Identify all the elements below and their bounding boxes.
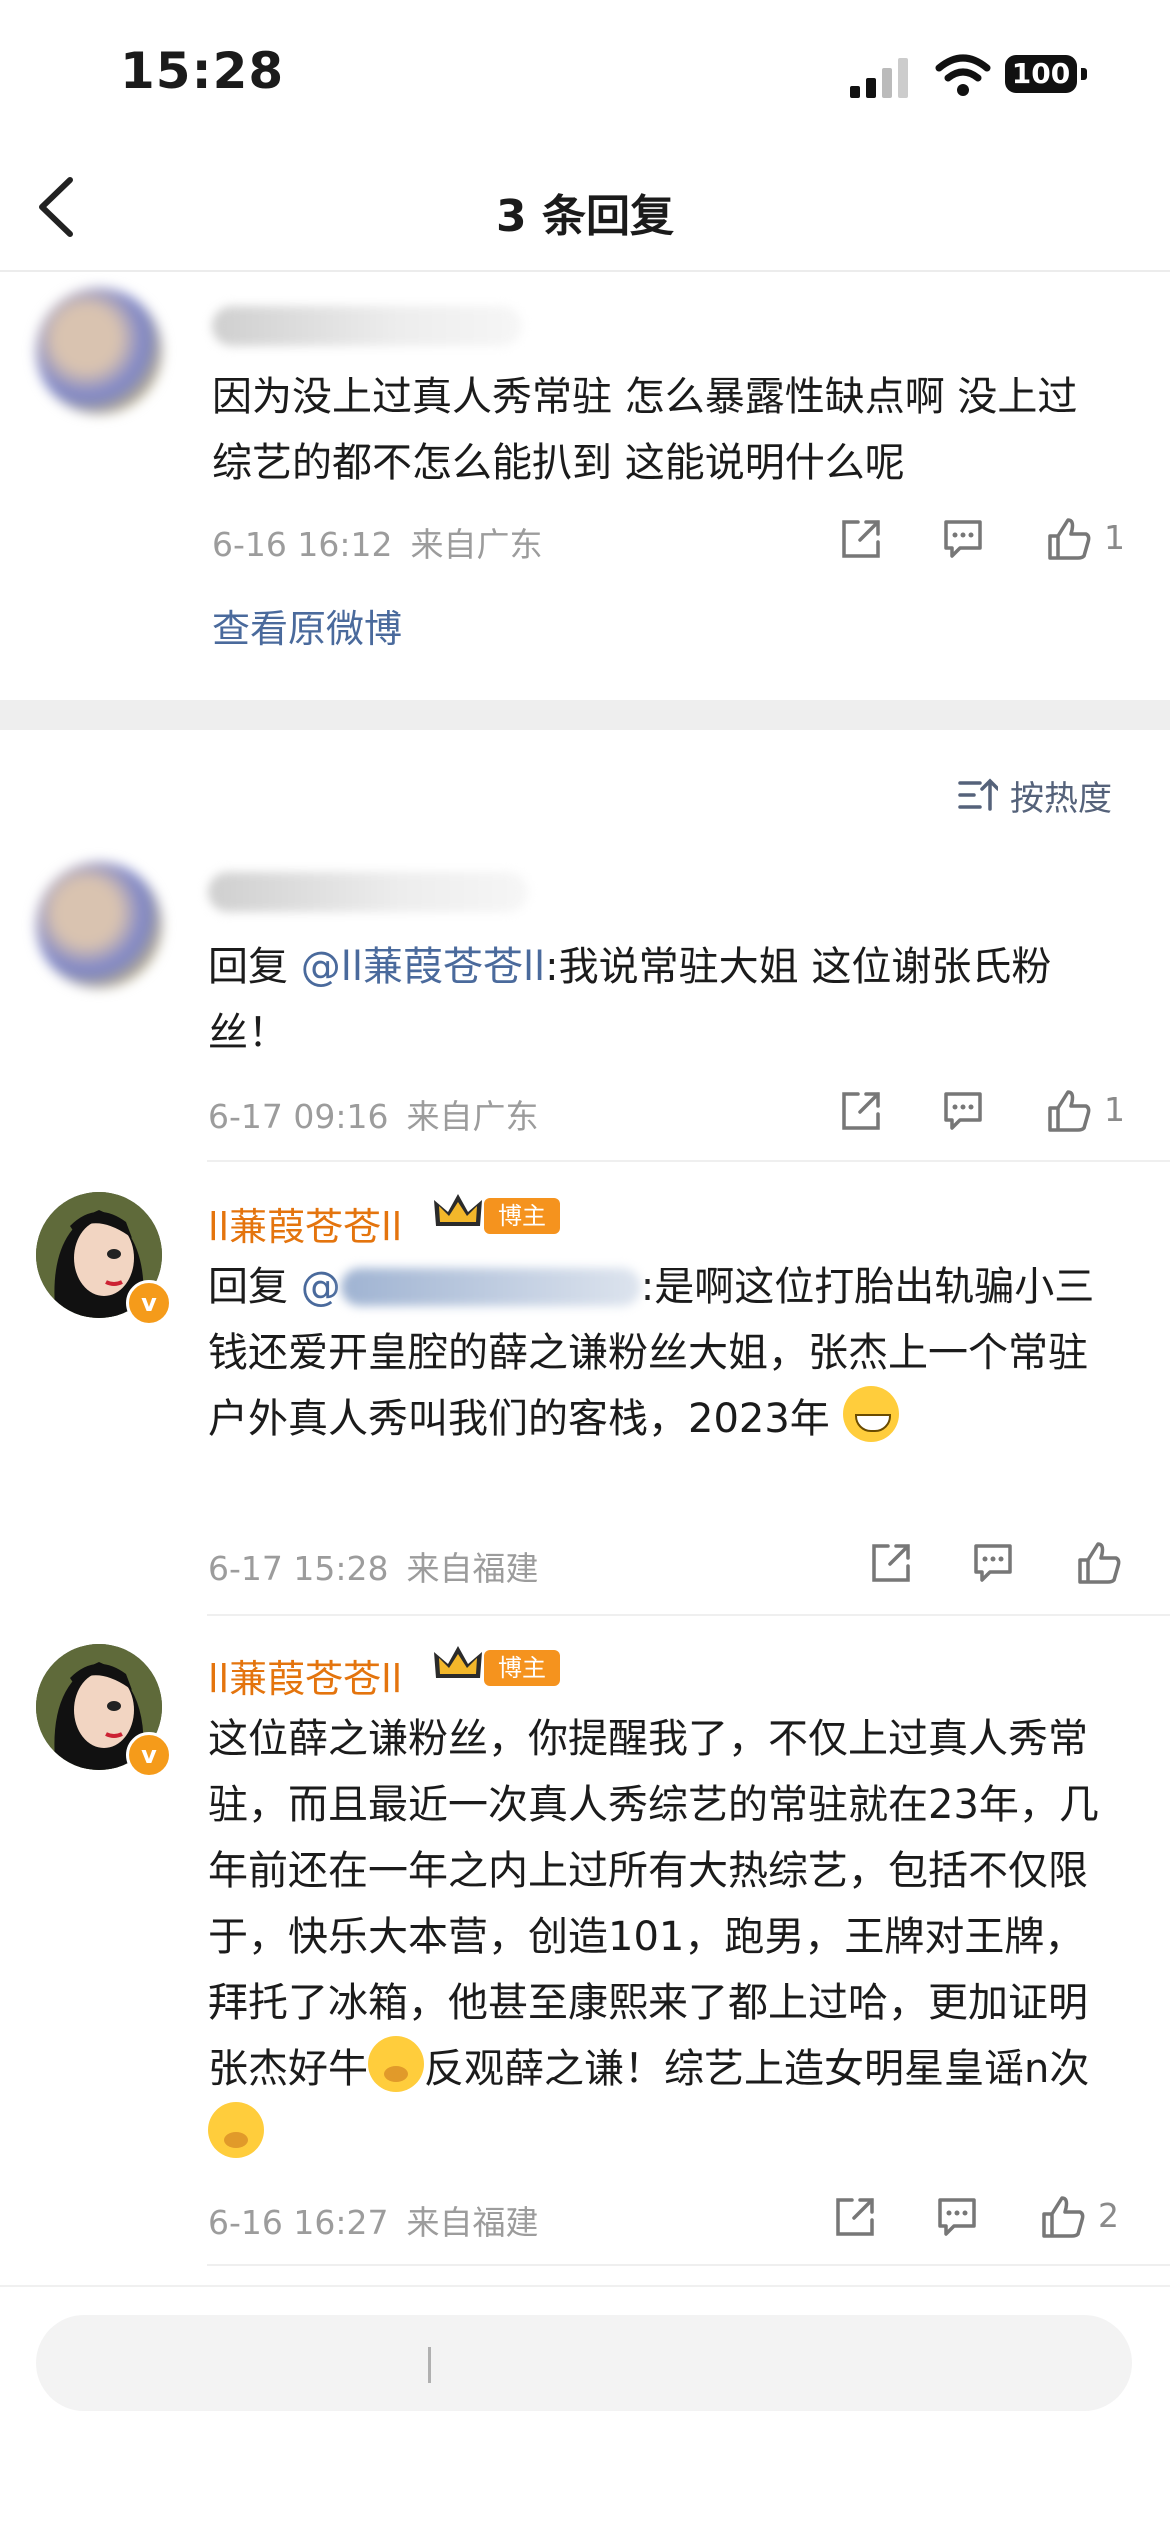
sort-label: 按热度 xyxy=(1010,778,1112,819)
comment-icon[interactable] xyxy=(938,514,988,564)
wifi-icon xyxy=(935,54,991,96)
like-count: 1 xyxy=(1104,518,1125,557)
row-divider xyxy=(207,1614,1170,1616)
comment-location: 来自广东 xyxy=(406,1097,539,1136)
share-icon[interactable] xyxy=(836,1086,886,1136)
comment-date: 6-16 16:27 xyxy=(208,2203,389,2242)
verified-icon: v xyxy=(126,1732,172,1778)
like-count: 2 xyxy=(1098,2196,1119,2235)
root-comment-meta: 6-16 16:12 来自广东 xyxy=(212,518,561,566)
comment-icon[interactable] xyxy=(938,1086,988,1136)
nav-divider xyxy=(0,270,1170,272)
sort-icon xyxy=(958,778,998,811)
mention-link[interactable]: @ll蒹葭苍苍ll xyxy=(301,944,545,990)
reply-meta: 6-16 16:27 来自福建 xyxy=(208,2196,557,2244)
crown-icon xyxy=(434,1194,482,1226)
battery-icon: 100 xyxy=(1005,55,1089,97)
reply-meta: 6-17 09:16 来自广东 xyxy=(208,1090,557,1138)
row-divider xyxy=(207,1160,1170,1162)
comment-location: 来自广东 xyxy=(410,525,543,564)
comment-icon[interactable] xyxy=(932,2192,982,2242)
username-redacted xyxy=(340,1268,641,1306)
username-redacted[interactable] xyxy=(212,306,522,346)
comment-location: 来自福建 xyxy=(406,1549,539,1588)
comment-icon[interactable] xyxy=(968,1538,1018,1588)
reply-text: 回复 @:是啊这位打胎出轨骗小三钱还爱开皇腔的薛之谦粉丝大姐，张杰上一个常驻户外… xyxy=(208,1264,1095,1442)
author-badge: 博主 xyxy=(484,1650,560,1686)
like-icon[interactable] xyxy=(1044,1086,1094,1136)
crown-icon xyxy=(434,1646,482,1678)
crying-emoji xyxy=(208,2102,264,2158)
share-icon[interactable] xyxy=(830,2192,880,2242)
like-icon[interactable] xyxy=(1044,514,1094,564)
avatar[interactable] xyxy=(36,862,162,988)
comment-date: 6-17 15:28 xyxy=(208,1549,389,1588)
root-comment-text: 因为没上过真人秀常驻 怎么暴露性缺点啊 没上过综艺的都不怎么能扒到 这能说明什么… xyxy=(212,374,1078,486)
status-bar: 15:28 100 xyxy=(0,0,1170,150)
signal-icon xyxy=(850,58,908,98)
crying-emoji xyxy=(368,2036,424,2092)
reply-text: 回复 @ll蒹葭苍苍ll:我说常驻大姐 这位谢张氏粉丝！ xyxy=(208,944,1052,1056)
username[interactable]: ll蒹葭苍苍ll xyxy=(208,1196,402,1251)
reply-meta: 6-17 15:28 来自福建 xyxy=(208,1542,557,1590)
like-icon[interactable] xyxy=(1074,1538,1124,1588)
comment-location: 来自福建 xyxy=(406,2203,539,2242)
reply-text: 这位薛之谦粉丝，你提醒我了，不仅上过真人秀常驻，而且最近一次真人秀综艺的常驻就在… xyxy=(208,1706,1108,2168)
username-redacted[interactable] xyxy=(208,872,528,912)
verified-icon: v xyxy=(126,1280,172,1326)
username[interactable]: ll蒹葭苍苍ll xyxy=(208,1648,402,1703)
section-gap xyxy=(0,700,1170,730)
bottom-comment-bar xyxy=(0,2285,1170,2534)
comment-date: 6-17 09:16 xyxy=(208,1097,389,1136)
comment-input[interactable] xyxy=(36,2315,1132,2411)
status-time: 15:28 xyxy=(120,42,285,100)
like-count: 1 xyxy=(1104,1090,1125,1129)
row-divider xyxy=(207,2264,1170,2266)
text-cursor xyxy=(428,2347,431,2383)
avatar[interactable] xyxy=(36,288,162,414)
view-original-link[interactable]: 查看原微博 xyxy=(212,598,402,653)
share-icon[interactable] xyxy=(836,514,886,564)
comment-date: 6-16 16:12 xyxy=(212,525,393,564)
author-badge: 博主 xyxy=(484,1198,560,1234)
nav-bar: 3 条回复 xyxy=(0,150,1170,270)
sort-by-heat-button[interactable]: 按热度 xyxy=(958,770,1112,820)
battery-level: 100 xyxy=(1011,57,1071,90)
page-title: 3 条回复 xyxy=(496,191,674,242)
like-icon[interactable] xyxy=(1038,2192,1088,2242)
share-icon[interactable] xyxy=(866,1538,916,1588)
grin-emoji xyxy=(842,1386,899,1442)
mention-link[interactable]: @ xyxy=(301,1264,341,1310)
